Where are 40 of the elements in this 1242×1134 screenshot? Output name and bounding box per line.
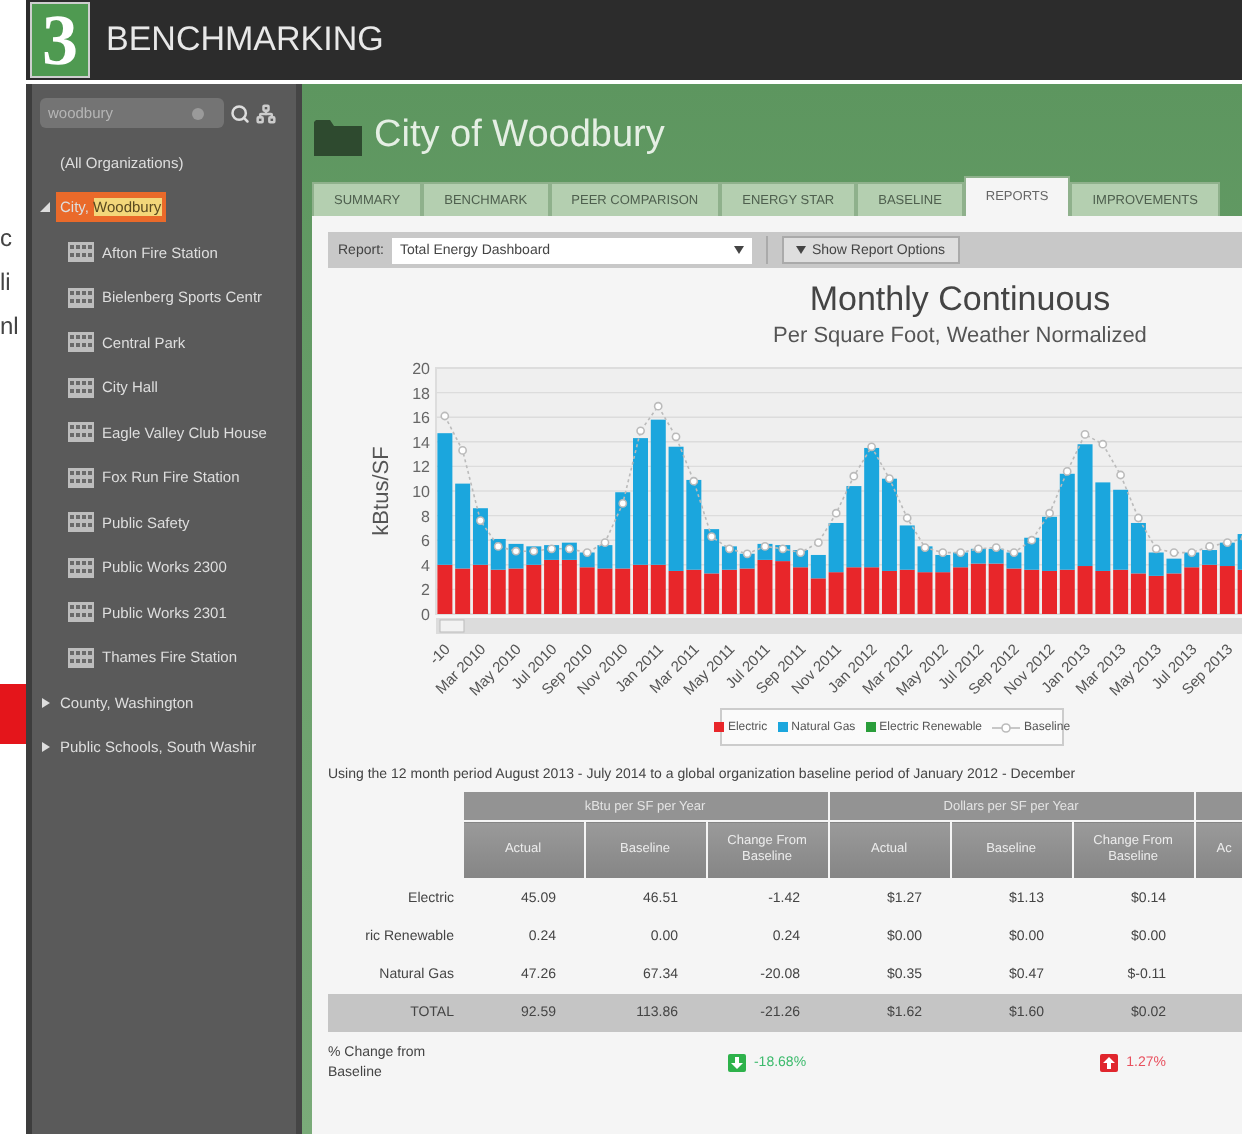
y-tick-label: 6 xyxy=(421,532,430,551)
hierarchy-icon[interactable] xyxy=(256,103,276,123)
building-icon xyxy=(68,647,94,668)
app-title: BENCHMARKING xyxy=(106,20,384,60)
y-tick-label: 14 xyxy=(412,433,430,452)
y-tick-label: 18 xyxy=(412,384,430,403)
caret-icon[interactable] xyxy=(40,202,50,213)
y-tick-label: 10 xyxy=(412,483,430,501)
caret-icon xyxy=(795,246,806,254)
building-icon xyxy=(68,602,94,623)
chart-title: Monthly Continuous xyxy=(809,280,1111,320)
search-icon[interactable] xyxy=(230,103,250,123)
caret-icon xyxy=(733,246,744,254)
building-icon xyxy=(68,467,94,488)
y-tick-label: 4 xyxy=(421,556,430,575)
text-fragment: li xyxy=(0,266,13,300)
chart-scrollbar[interactable] xyxy=(436,618,1242,634)
y-tick-label: 12 xyxy=(412,458,430,477)
y-tick-label: 2 xyxy=(421,581,430,600)
banner-fragment xyxy=(0,684,26,744)
y-tick-label: 16 xyxy=(412,409,430,428)
y-tick-label: 20 xyxy=(412,360,430,378)
y-axis-title: kBtus/SF xyxy=(370,446,394,536)
building-icon xyxy=(68,377,94,398)
logo: 3 xyxy=(30,2,90,78)
chart-subtitle: Per Square Foot, Weather Normalized xyxy=(773,324,1147,348)
building-icon xyxy=(68,332,94,353)
y-tick-label: 0 xyxy=(421,606,430,624)
caret-icon[interactable] xyxy=(40,697,50,708)
folder-icon xyxy=(314,117,362,155)
y-tick-label: 8 xyxy=(421,507,430,526)
text-fragment: c xyxy=(0,222,14,256)
text-fragment: nl xyxy=(0,310,21,344)
building-icon xyxy=(68,512,94,533)
building-icon xyxy=(68,422,94,443)
building-icon xyxy=(68,557,94,578)
caret-icon[interactable] xyxy=(40,742,50,753)
page-title: City of Woodbury xyxy=(374,114,665,158)
building-icon xyxy=(68,242,94,263)
building-icon xyxy=(68,287,94,308)
